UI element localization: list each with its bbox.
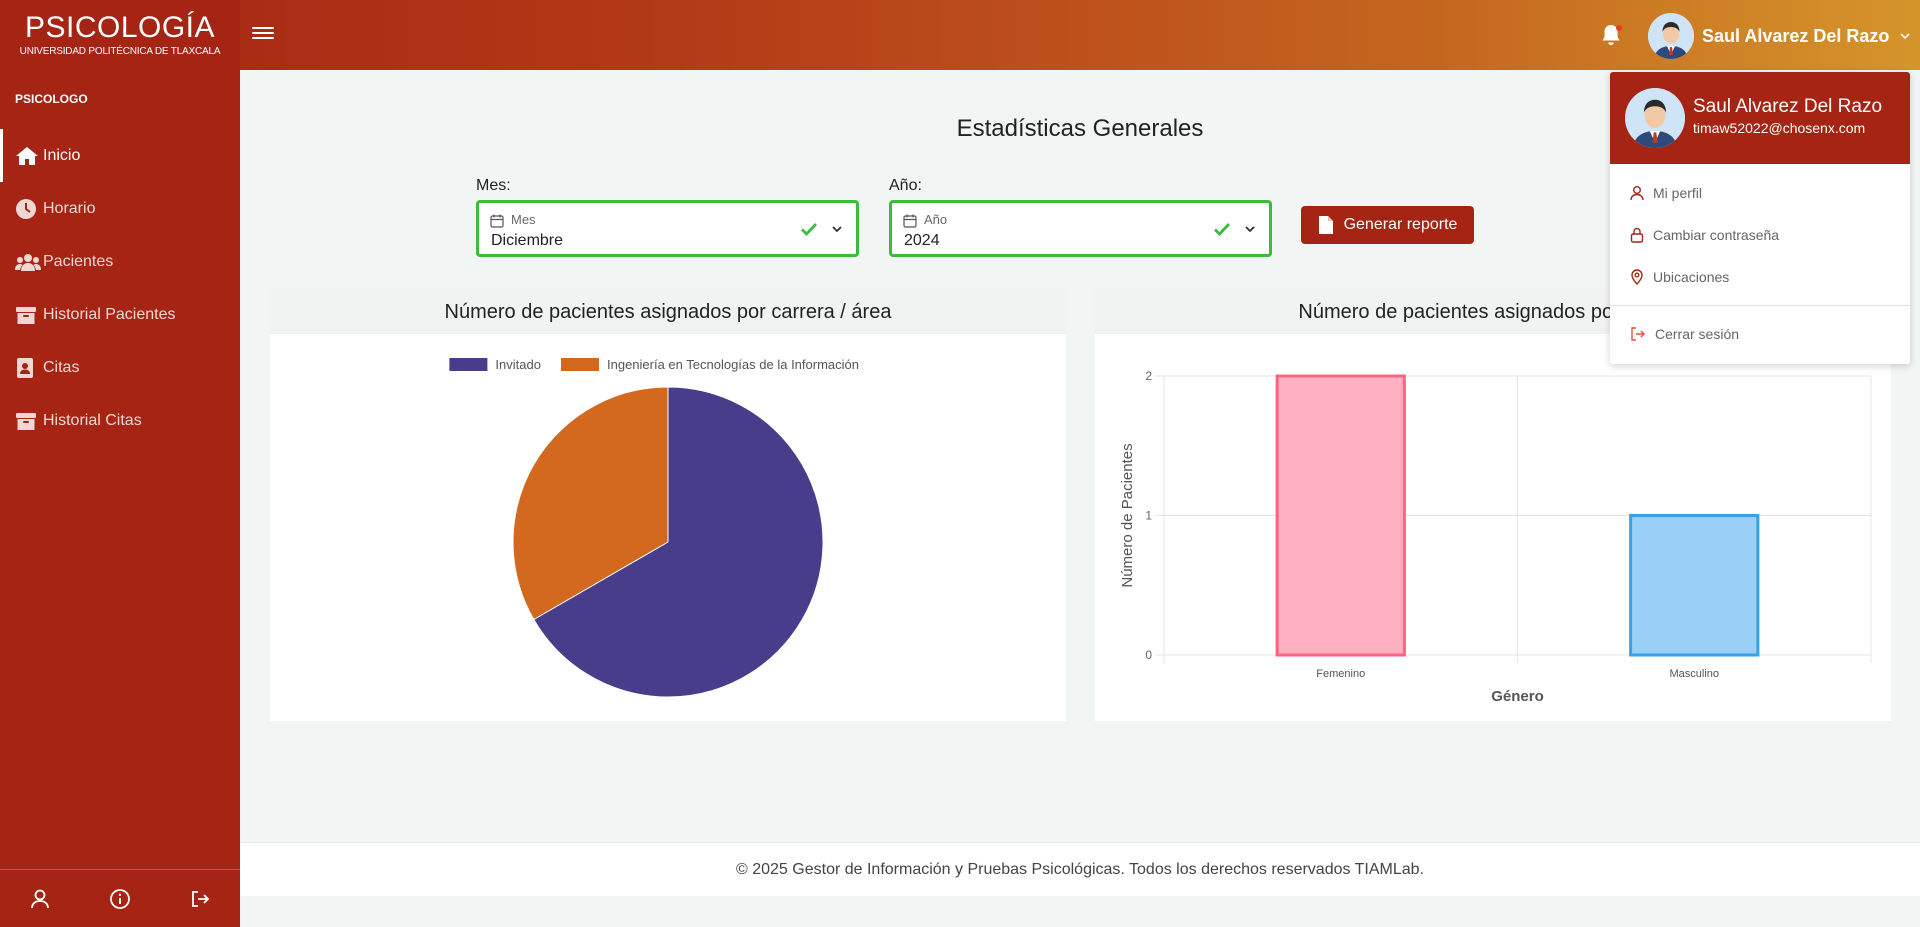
clock-icon <box>15 198 41 220</box>
y-axis-title: Número de Pacientes <box>1119 443 1136 587</box>
notification-bell-icon[interactable] <box>1598 22 1624 48</box>
chevron-down-icon <box>1245 226 1255 233</box>
menu-item-cambiar-contrasena[interactable]: Cambiar contraseña <box>1610 214 1910 256</box>
menu-item-mi-perfil[interactable]: Mi perfil <box>1610 172 1910 214</box>
sidebar-footer <box>0 869 240 927</box>
calendar-icon <box>903 214 917 228</box>
month-value: Diciembre <box>491 232 564 249</box>
sidebar-item-citas[interactable]: Citas <box>0 341 240 394</box>
avatar <box>1648 13 1694 59</box>
check-icon <box>1214 223 1231 237</box>
brand-logo[interactable]: PSICOLOGÍA UNIVERSIDAD POLITÉCNICA DE TL… <box>0 0 240 70</box>
legend-swatch[interactable] <box>561 358 599 371</box>
divider <box>1610 305 1910 306</box>
sidebar-item-label: Pacientes <box>43 252 114 270</box>
dropdown-header: Saul Alvarez Del Razo timaw52022@chosenx… <box>1610 72 1910 164</box>
x-tick-label: Masculino <box>1669 668 1719 680</box>
archive-icon <box>15 410 41 432</box>
y-tick-label: 0 <box>1145 648 1152 662</box>
legend-label[interactable]: Ingeniería en Tecnologías de la Informac… <box>607 357 859 372</box>
dropdown-user-name: Saul Alvarez Del Razo <box>1693 96 1883 117</box>
sidebar-item-horario[interactable]: Horario <box>0 182 240 235</box>
user-menu-toggle[interactable]: Saul Alvarez Del Razo <box>1648 13 1911 59</box>
y-tick-label: 1 <box>1145 509 1152 523</box>
bar[interactable] <box>1629 514 1760 657</box>
bar-chart: 0 1 2 Femenino Masculino Género Número de Paci… <box>1119 369 1872 705</box>
brand-title: PSICOLOGÍA <box>24 11 216 44</box>
archive-icon <box>15 304 41 326</box>
calendar-icon <box>490 214 504 228</box>
location-pin-icon <box>1631 269 1643 285</box>
y-tick-label: 2 <box>1145 369 1152 383</box>
avatar <box>1625 88 1685 148</box>
brand-subtitle: UNIVERSIDAD POLITÉCNICA DE TLAXCALA <box>19 46 221 57</box>
sidebar-item-historial-citas[interactable]: Historial Citas <box>0 394 240 447</box>
month-label: Mes: <box>476 177 511 194</box>
footer-text: © 2025 Gestor de Información y Pruebas P… <box>736 861 1424 878</box>
footer: © 2025 Gestor de Información y Pruebas P… <box>240 842 1920 896</box>
chevron-down-icon <box>1900 33 1910 40</box>
month-placeholder: Mes <box>511 212 536 227</box>
sidebar-role: PSICOLOGO <box>15 92 88 106</box>
top-navbar: PSICOLOGÍA UNIVERSIDAD POLITÉCNICA DE TL… <box>0 0 1920 70</box>
menu-toggle-icon[interactable] <box>252 24 274 46</box>
menu-item-label: Cambiar contraseña <box>1653 227 1780 243</box>
generate-report-label: Generar reporte <box>1343 216 1458 233</box>
legend-label[interactable]: Invitado <box>495 357 541 372</box>
chevron-down-icon <box>832 226 842 233</box>
year-label: Año: <box>889 177 922 194</box>
menu-item-label: Mi perfil <box>1653 185 1703 201</box>
users-icon <box>15 251 41 273</box>
logout-icon <box>1631 327 1645 341</box>
year-placeholder: Año <box>924 212 948 227</box>
sidebar-item-label: Citas <box>43 358 80 376</box>
user-icon <box>1630 186 1644 201</box>
info-icon[interactable] <box>80 870 160 927</box>
check-icon <box>801 223 818 237</box>
sidebar-item-label: Horario <box>43 199 96 217</box>
year-select[interactable]: Año 2024 <box>889 200 1272 257</box>
sidebar-item-label: Historial Citas <box>43 411 142 429</box>
sidebar-item-label: Historial Pacientes <box>43 305 176 323</box>
sidebar-item-label: Inicio <box>43 146 81 164</box>
menu-item-label: Ubicaciones <box>1653 269 1730 285</box>
bar[interactable] <box>1275 374 1406 657</box>
file-icon <box>1318 216 1333 234</box>
menu-item-label: Cerrar sesión <box>1655 326 1740 342</box>
logout-icon[interactable] <box>160 870 240 927</box>
sidebar-item-pacientes[interactable]: Pacientes <box>0 235 240 288</box>
sidebar-item-inicio[interactable]: Inicio <box>0 129 240 182</box>
lock-icon <box>1630 227 1644 243</box>
pie-chart-title: Número de pacientes asignados por carrer… <box>270 288 1066 334</box>
sidebar: PSICOLOGO Inicio Horario Pacientes Histo… <box>0 70 240 927</box>
user-name: Saul Alvarez Del Razo <box>1702 25 1890 46</box>
year-value: 2024 <box>904 232 940 249</box>
contact-book-icon <box>15 357 41 379</box>
user-icon[interactable] <box>0 870 80 927</box>
pie-chart: Invitado Ingeniería en Tecnologías de la … <box>449 357 859 698</box>
pie-chart-card: Número de pacientes asignados por carrer… <box>270 288 1066 721</box>
user-dropdown-menu: Saul Alvarez Del Razo timaw52022@chosenx… <box>1610 72 1910 364</box>
generate-report-button[interactable]: Generar reporte <box>1301 206 1474 244</box>
x-tick-label: Femenino <box>1316 668 1365 680</box>
month-select[interactable]: Mes Diciembre <box>476 200 859 257</box>
legend-swatch[interactable] <box>449 358 488 371</box>
dropdown-user-email: timaw52022@chosenx.com <box>1693 120 1866 136</box>
menu-item-ubicaciones[interactable]: Ubicaciones <box>1610 256 1910 298</box>
sidebar-item-historial-pacientes[interactable]: Historial Pacientes <box>0 288 240 341</box>
menu-item-cerrar-sesion[interactable]: Cerrar sesión <box>1610 313 1910 355</box>
x-axis-title: Género <box>1491 688 1544 705</box>
home-icon <box>15 145 41 167</box>
